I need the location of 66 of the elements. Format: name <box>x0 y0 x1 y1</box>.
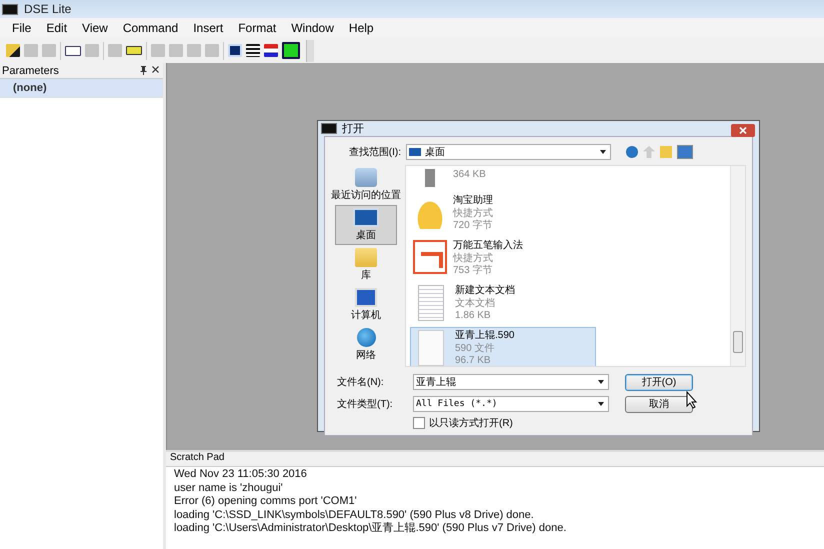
menu-item[interactable]: Window <box>291 21 334 35</box>
open-button[interactable]: 打开(O) <box>625 374 693 390</box>
desktop-icon <box>353 208 379 227</box>
dropdown-caret-icon[interactable] <box>600 150 606 154</box>
listed-document[interactable]: 364 KB <box>410 166 596 188</box>
look-in-dropdown[interactable]: 桌面 <box>406 144 611 160</box>
file-type: 590 文件 <box>455 342 496 355</box>
file-name-label: 文件名(N): <box>336 376 385 389</box>
menu-item[interactable]: Insert <box>193 21 224 35</box>
scrollbar[interactable] <box>730 166 745 366</box>
menu-item[interactable]: View <box>82 21 108 35</box>
look-in-label: 查找范围(I): <box>348 146 401 159</box>
place-item[interactable]: 桌面 <box>335 205 397 245</box>
menu-item[interactable]: Help <box>348 21 374 35</box>
place-item[interactable]: 库 <box>335 245 397 285</box>
menu-item[interactable]: Command <box>122 21 178 35</box>
app-logo-icon <box>2 4 18 14</box>
file-type: 快捷方式 <box>453 252 494 264</box>
place-item[interactable]: 计算机 <box>335 285 397 325</box>
file-name: 淘宝助理 <box>453 195 493 208</box>
back-icon[interactable] <box>626 146 638 158</box>
log-line: Error (6) opening comms port 'COM1' <box>174 495 358 508</box>
log-line: loading 'C:\Users\Administrator\Desktop\亚青上辊.590' (590 Plus v7 Drive) done. <box>174 522 568 536</box>
computer-icon <box>355 288 377 307</box>
file-type-label: 文件类型(T): <box>336 398 394 411</box>
parameter-item[interactable]: (none) <box>0 79 163 98</box>
listed-document[interactable]: 万能五笔输入法 快捷方式 753 字节 <box>410 237 596 278</box>
listed-document[interactable]: 亚青上辊.590 590 文件 96.7 KB <box>410 327 596 366</box>
globe-icon <box>356 328 376 347</box>
listed-document[interactable]: 淘宝助理 快捷方式 720 字节 <box>410 192 596 233</box>
file-size: 96.7 KB <box>455 355 492 366</box>
listed-document[interactable]: 新建文本文档 文本文档 1.86 KB <box>410 282 596 323</box>
dialog-title: 打开 <box>342 122 364 136</box>
log-line: user name is 'zhougui' <box>174 482 284 495</box>
folder-icon <box>355 248 377 267</box>
menu-item[interactable]: Edit <box>46 21 68 35</box>
close-icon <box>739 127 747 134</box>
file-type-dropdown[interactable]: All Files (*.*) <box>413 396 609 412</box>
place-item[interactable]: 网络 <box>335 325 397 365</box>
window-title: DSE Lite <box>24 2 72 16</box>
file-size: 720 字节 <box>453 220 493 232</box>
close-icon[interactable] <box>152 66 159 73</box>
file-size: 1.86 KB <box>455 310 492 322</box>
file-type: 文本文档 <box>455 298 496 310</box>
dropdown-caret-icon[interactable] <box>598 402 604 406</box>
app-logo-icon <box>321 123 337 134</box>
mouse-cursor-icon <box>686 391 698 409</box>
file-name: 万能五笔输入法 <box>453 240 523 252</box>
log-line: Wed Nov 23 11:05:30 2016 <box>174 468 308 482</box>
file-size: 364 KB <box>453 169 486 182</box>
read-only-label: 以只读方式打开(R) <box>429 416 513 430</box>
close-button[interactable] <box>731 124 755 137</box>
file-size: 753 字节 <box>453 265 494 278</box>
pin-icon[interactable] <box>140 66 147 75</box>
cancel-button[interactable]: 取消 <box>625 396 693 412</box>
file-name-field[interactable]: 亚青上辊 <box>413 374 609 390</box>
read-only-checkbox[interactable] <box>413 417 425 429</box>
file-type: 快捷方式 <box>453 208 493 220</box>
dropdown-caret-icon[interactable] <box>598 380 604 384</box>
menu-item[interactable]: File <box>12 21 32 35</box>
scratch-pad-title: Scratch Pad <box>166 452 824 467</box>
panel-title: Parameters <box>2 64 59 76</box>
menu-item[interactable]: Format <box>238 21 276 35</box>
file-name: 亚青上辊.590 <box>455 330 514 342</box>
file-name: 新建文本文档 <box>455 285 515 298</box>
log-line: loading 'C:\SSD_LINK\symbols\DEFAULT8.590' (590 Plus v8 Drive) done. <box>174 508 535 522</box>
